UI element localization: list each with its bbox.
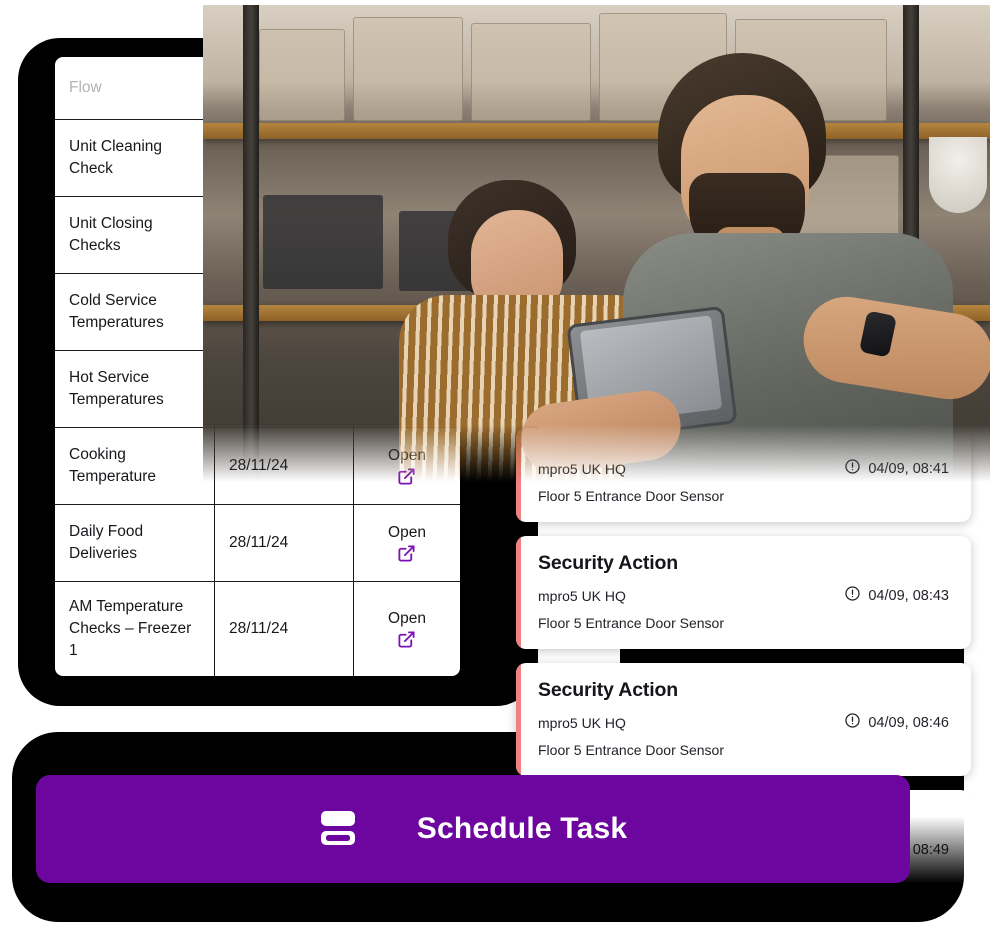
table-row: Daily Food Deliveries 28/11/24 Open bbox=[55, 505, 460, 582]
cell-flow-name: Cold Service Temperatures bbox=[55, 274, 215, 350]
open-link-label: Open bbox=[388, 523, 426, 541]
cell-flow-name: Hot Service Temperatures bbox=[55, 351, 215, 427]
cell-due-date: 28/11/24 bbox=[215, 582, 354, 676]
table-row: AM Temperature Checks – Freezer 1 28/11/2… bbox=[55, 582, 460, 676]
alert-sensor-name: Floor 5 Entrance Door Sensor bbox=[538, 615, 724, 631]
alert-circle-icon bbox=[844, 712, 861, 733]
alert-circle-icon bbox=[844, 585, 861, 606]
shelf-board-upper bbox=[203, 123, 990, 139]
open-link-label: Open bbox=[388, 609, 426, 627]
security-alert-card[interactable]: Security Action mpro5 UK HQ 04/09, 08:43 Fl… bbox=[516, 536, 971, 649]
cell-flow-name: Daily Food Deliveries bbox=[55, 505, 215, 581]
open-flow-link[interactable]: Open bbox=[388, 610, 426, 649]
cell-flow-name: Cooking Temperature bbox=[55, 428, 215, 504]
external-link-icon bbox=[397, 544, 416, 563]
warehouse-team-photo bbox=[203, 5, 990, 482]
alert-time-label: 04/09, 08:46 bbox=[868, 714, 949, 731]
rack-post-left bbox=[243, 5, 259, 482]
schedule-task-button[interactable]: Schedule Task bbox=[36, 775, 910, 883]
alert-title: Security Action bbox=[538, 679, 679, 701]
alert-sensor-name: Floor 5 Entrance Door Sensor bbox=[538, 742, 724, 758]
alert-title: Security Action bbox=[538, 552, 679, 574]
storage-box-1 bbox=[259, 29, 345, 121]
schedule-task-label: Schedule Task bbox=[416, 812, 628, 845]
alert-meta-row: mpro5 UK HQ 04/09, 08:43 bbox=[538, 585, 949, 606]
alert-time-label: 04/09, 08:43 bbox=[868, 587, 949, 604]
alert-site-name: mpro5 UK HQ bbox=[538, 714, 626, 731]
alert-meta-row: mpro5 UK HQ 04/09, 08:46 bbox=[538, 712, 949, 733]
cell-flow-name: Unit Closing Checks bbox=[55, 197, 215, 273]
composite-marketing-screenshot: Flow Due Go Unit Cleaning Check28/11/24O… bbox=[0, 0, 1000, 930]
open-flow-link[interactable]: Open bbox=[388, 524, 426, 563]
alert-timestamp: 04/09, 08:43 bbox=[844, 585, 949, 606]
alert-sensor-name: Floor 5 Entrance Door Sensor bbox=[538, 488, 724, 504]
alert-site-name: mpro5 UK HQ bbox=[538, 587, 626, 604]
cell-flow-name: AM Temperature Checks – Freezer 1 bbox=[55, 582, 215, 676]
cell-due-date: 28/11/24 bbox=[215, 505, 354, 581]
security-alert-card[interactable]: Security Action mpro5 UK HQ 04/09, 08:46 Fl… bbox=[516, 663, 971, 776]
alert-time-label: 08:49 bbox=[912, 841, 949, 858]
schedule-stacked-bars-icon bbox=[319, 808, 357, 851]
column-header-flow: Flow bbox=[55, 57, 215, 119]
storage-bin-1 bbox=[263, 195, 383, 289]
storage-box-2 bbox=[353, 17, 463, 121]
pendant-lamp bbox=[929, 137, 987, 213]
cell-flow-name: Unit Cleaning Check bbox=[55, 120, 215, 196]
storage-box-3 bbox=[471, 23, 591, 121]
external-link-icon bbox=[397, 630, 416, 649]
alert-timestamp: 04/09, 08:46 bbox=[844, 712, 949, 733]
